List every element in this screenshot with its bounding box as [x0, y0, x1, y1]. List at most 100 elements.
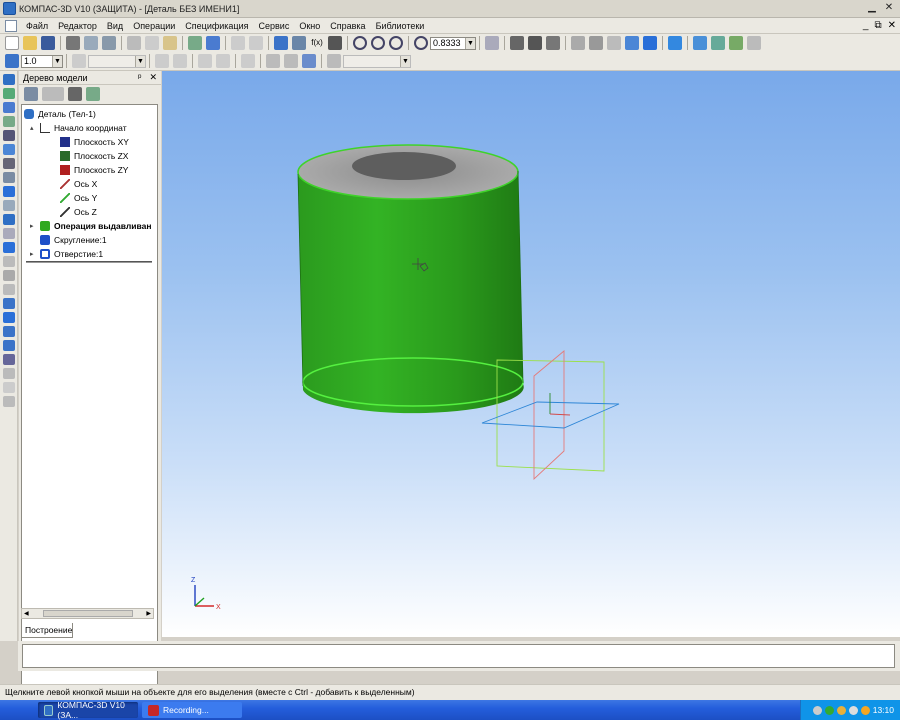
- tab-construction[interactable]: Построение: [21, 623, 73, 638]
- mdi-close-icon[interactable]: ✕: [888, 20, 896, 31]
- scroll-right-icon[interactable]: ▶: [146, 610, 151, 617]
- layer-icon[interactable]: [72, 54, 86, 68]
- zoom-out-icon[interactable]: [389, 36, 403, 50]
- xy-icon[interactable]: [327, 54, 341, 68]
- taskbar-item-kompas[interactable]: КОМПАС-3D V10 (ЗА...: [38, 700, 138, 720]
- pan-icon[interactable]: [510, 36, 524, 50]
- cut-icon[interactable]: [127, 36, 141, 50]
- zoom-combo[interactable]: 0.8333 ▼: [430, 36, 476, 50]
- grid-icon[interactable]: [241, 54, 255, 68]
- antivirus-icon[interactable]: [848, 705, 858, 715]
- misc-icon[interactable]: [3, 396, 15, 407]
- hole-icon[interactable]: [3, 312, 15, 323]
- loft-icon[interactable]: [3, 242, 15, 253]
- expand-icon[interactable]: ▸: [30, 222, 38, 230]
- local-cs-icon[interactable]: [266, 54, 280, 68]
- pin-icon[interactable]: ᵖ: [138, 72, 141, 83]
- zoom-scale-icon[interactable]: [414, 36, 428, 50]
- step-icon[interactable]: [5, 54, 19, 68]
- tree-view-icon[interactable]: [42, 87, 64, 101]
- step-combo[interactable]: 1.0 ▼: [21, 54, 63, 68]
- rotate-icon[interactable]: [546, 36, 560, 50]
- tree-sort-icon[interactable]: [68, 87, 82, 101]
- properties-field[interactable]: [22, 644, 895, 668]
- section-icon[interactable]: [693, 36, 707, 50]
- params-icon[interactable]: [3, 172, 15, 183]
- menu-window[interactable]: Окно: [294, 21, 325, 31]
- network-icon[interactable]: [812, 705, 822, 715]
- rebuild-icon[interactable]: [274, 36, 288, 50]
- tree-item-extrude[interactable]: ▸ Операция выдавливан: [30, 219, 151, 232]
- halftone-icon[interactable]: [625, 36, 639, 50]
- chevron-down-icon[interactable]: ▼: [465, 37, 475, 49]
- undo-icon[interactable]: [231, 36, 245, 50]
- tree-item-part[interactable]: Деталь (Тел-1): [24, 107, 96, 120]
- menu-specification[interactable]: Спецификация: [180, 21, 253, 31]
- tools-icon[interactable]: [729, 36, 743, 50]
- snap-icon[interactable]: [198, 54, 212, 68]
- tree-item-fillet[interactable]: Скругление:1: [40, 233, 107, 246]
- wireframe-icon[interactable]: [571, 36, 585, 50]
- tree-item-axis-z[interactable]: Ось Z: [60, 205, 97, 218]
- open-folder-icon[interactable]: [23, 36, 37, 50]
- tree-item-hole[interactable]: ▸ Отверстие:1: [30, 247, 103, 260]
- save-icon[interactable]: [41, 36, 55, 50]
- viewport-canvas[interactable]: Z X: [162, 71, 900, 637]
- scroll-left-icon[interactable]: ◀: [24, 610, 29, 617]
- revolve-icon[interactable]: [3, 228, 15, 239]
- cut-op-icon[interactable]: [3, 270, 15, 281]
- chamfer-icon[interactable]: [3, 298, 15, 309]
- view-icon[interactable]: [155, 54, 169, 68]
- measure-icon[interactable]: [3, 144, 15, 155]
- extra-icon[interactable]: [747, 36, 761, 50]
- menu-service[interactable]: Сервис: [254, 21, 295, 31]
- tree-horizontal-scrollbar[interactable]: ◀ ▶: [21, 608, 154, 619]
- thin-lines-icon[interactable]: [607, 36, 621, 50]
- library-icon[interactable]: [711, 36, 725, 50]
- redo-icon[interactable]: [249, 36, 263, 50]
- coords-combo[interactable]: ▼: [343, 54, 411, 68]
- select-icon[interactable]: [3, 158, 15, 169]
- sketch-icon[interactable]: [3, 88, 15, 99]
- new-file-icon[interactable]: [5, 36, 19, 50]
- expand-icon[interactable]: ▴: [30, 124, 38, 132]
- clock[interactable]: 13:10: [873, 705, 894, 715]
- cylinder-body[interactable]: [298, 171, 524, 414]
- cylinder-model[interactable]: [297, 144, 524, 414]
- function-icon[interactable]: f(x): [310, 36, 324, 50]
- update-icon[interactable]: [860, 705, 870, 715]
- preview-icon[interactable]: [84, 36, 98, 50]
- menu-file[interactable]: Файл: [21, 21, 53, 31]
- zoom-in-icon[interactable]: [371, 36, 385, 50]
- hole-opening[interactable]: [352, 152, 456, 180]
- tree-structure-icon[interactable]: [24, 87, 38, 101]
- extrude-icon[interactable]: [3, 214, 15, 225]
- surface-icon[interactable]: [3, 382, 15, 393]
- tree-item-plane-zx[interactable]: Плоскость ZX: [60, 149, 128, 162]
- tree-item-origin[interactable]: ▴ Начало координат: [30, 121, 127, 134]
- menu-view[interactable]: Вид: [102, 21, 128, 31]
- copy-icon[interactable]: [145, 36, 159, 50]
- sweep-icon[interactable]: [3, 256, 15, 267]
- rib-icon[interactable]: [3, 340, 15, 351]
- minimize-icon[interactable]: ▁: [865, 2, 879, 15]
- fit-all-icon[interactable]: [528, 36, 542, 50]
- taskbar-item-recording[interactable]: Recording...: [142, 702, 242, 718]
- tree-item-axis-x[interactable]: Ось X: [60, 177, 97, 190]
- menu-help[interactable]: Справка: [325, 21, 370, 31]
- dimensions-icon[interactable]: [3, 116, 15, 127]
- expand-icon[interactable]: ▸: [30, 250, 38, 258]
- chevron-down-icon[interactable]: ▼: [52, 55, 62, 67]
- reports-icon[interactable]: [3, 200, 15, 211]
- designations-icon[interactable]: [3, 130, 15, 141]
- volume-icon[interactable]: [836, 705, 846, 715]
- menu-libraries[interactable]: Библиотеки: [371, 21, 430, 31]
- tree-filter-icon[interactable]: [86, 87, 100, 101]
- orientation-icon[interactable]: [485, 36, 499, 50]
- mdi-restore-icon[interactable]: ⧉: [874, 20, 881, 31]
- manager-icon[interactable]: [206, 36, 220, 50]
- print-icon[interactable]: [66, 36, 80, 50]
- paste-icon[interactable]: [163, 36, 177, 50]
- close-icon[interactable]: ✕: [882, 2, 896, 15]
- layer-combo[interactable]: ▼: [88, 54, 146, 68]
